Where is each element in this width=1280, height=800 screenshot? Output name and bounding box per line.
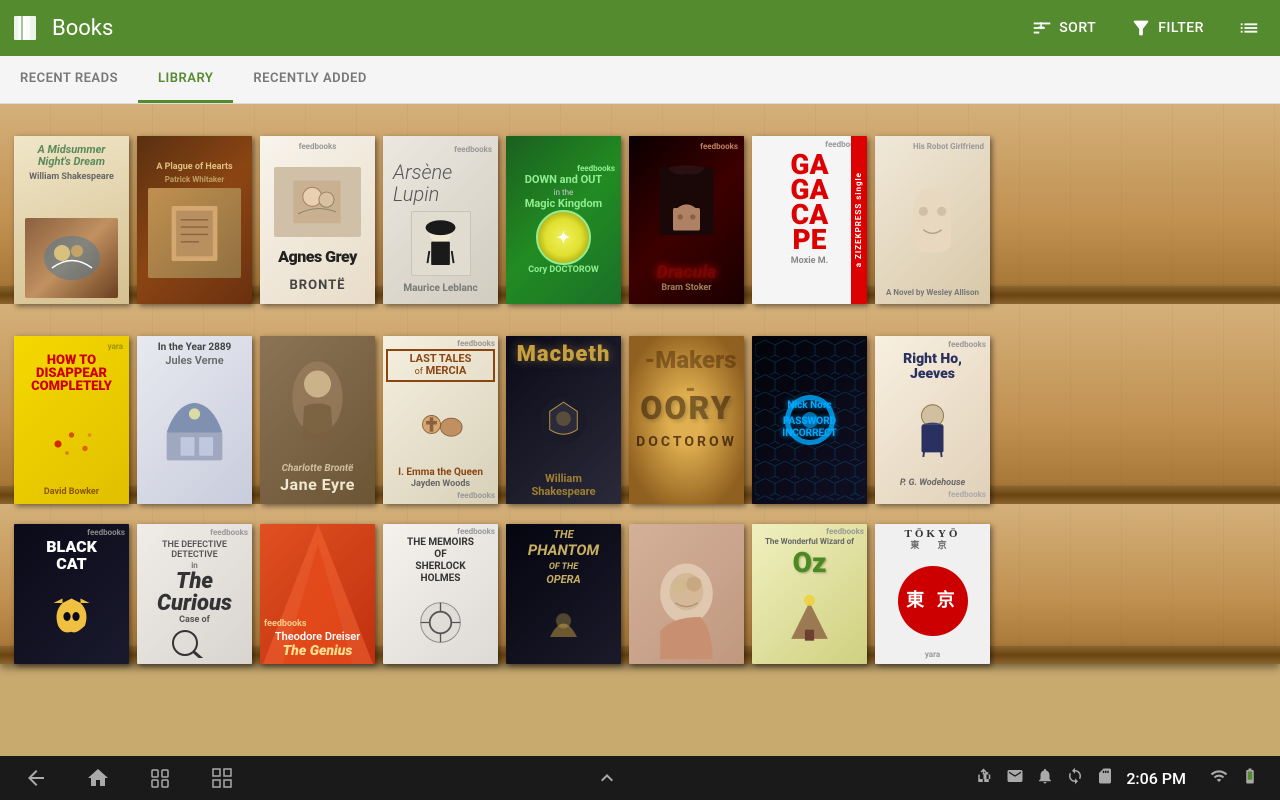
bottom-navigation: 2:06 PM (0, 756, 1280, 800)
top-bar: Books SORT FILTER (0, 0, 1280, 56)
book-jane-eyre[interactable]: Charlotte Brontë Jane Eyre (260, 336, 375, 504)
book-robot-girlfriend[interactable]: His Robot Girlfriend A Novel by Wesley A… (875, 136, 990, 304)
status-area: 2:06 PM (976, 767, 1260, 789)
list-view-button[interactable] (1230, 13, 1268, 43)
book-right-ho-jeeves[interactable]: feedbooks Right Ho,Jeeves P. G. Wodehous… (875, 336, 990, 504)
book-macbeth[interactable]: Macbeth William Shakespeare (506, 336, 621, 504)
book-sherlock-memoirs[interactable]: feedbooks THE MEMOIRSOFSHERLOCKHOLMES (383, 524, 498, 664)
book-midsummer[interactable]: A MidsummerNight's Dream William Shakesp… (14, 136, 129, 304)
book-phantom-opera[interactable]: Thephantomof theOPERA (506, 524, 621, 664)
shelf-1: A MidsummerNight's Dream William Shakesp… (0, 104, 1280, 304)
bookshelves-area: A MidsummerNight's Dream William Shakesp… (0, 104, 1280, 756)
book-dracula[interactable]: feedbooks Dracula Bram Stoker (629, 136, 744, 304)
book-makers[interactable]: OORY DOCTOROW -Makers - (629, 336, 744, 504)
time-display: 2:06 PM (1126, 769, 1186, 788)
settings-sync-icon (1066, 767, 1084, 789)
book-tokyo[interactable]: TŌKYŌ 東 京 東 京 yara (875, 524, 990, 664)
sort-button[interactable]: SORT (1023, 13, 1104, 43)
shelf-3: feedbooks BLACKCAT feedbooks The Defecti… (0, 504, 1280, 664)
book-arsene[interactable]: feedbooks ArsèneLupin Maurice Leblanc (383, 136, 498, 304)
book-password-incorrect[interactable]: Nick Norc PASSWORDINCORRECT (752, 336, 867, 504)
tab-bar: RECENT READS LIBRARY RECENTLY ADDED (0, 56, 1280, 104)
battery-icon (1240, 767, 1260, 789)
mail-icon (1006, 767, 1024, 789)
book-agnes[interactable]: feedbooks Agnes Grey BRONTË (260, 136, 375, 304)
book-disappear[interactable]: yara HOW TODISAPPEARCOMPLETELY David Bow… (14, 336, 129, 504)
grid-button[interactable] (206, 762, 238, 794)
toolbar-actions: SORT FILTER (1023, 13, 1268, 43)
filter-button[interactable]: FILTER (1122, 13, 1212, 43)
book-gaga-cape[interactable]: feedbooks GAGA CAPE a ZIZEKPRESS single … (752, 136, 867, 304)
notification-icon (1036, 767, 1054, 789)
app-logo-icon (12, 12, 44, 44)
home-button[interactable] (82, 762, 114, 794)
book-dreiser-genius[interactable]: feedbooks Theodore Dreiser The Genius (260, 524, 375, 664)
wifi-icon (1210, 767, 1228, 789)
book-defective-detective[interactable]: feedbooks The Defective Detective in The… (137, 524, 252, 664)
sort-label: SORT (1059, 20, 1096, 36)
tab-recently-added[interactable]: RECENTLY ADDED (233, 56, 386, 103)
recents-button[interactable] (144, 762, 176, 794)
book-last-tales[interactable]: feedbooks LAST TALESof MERCIA I. Emma th… (383, 336, 498, 504)
usb-icon (976, 767, 994, 789)
book-down-out[interactable]: feedbooks DOWN and OUTin theMagic Kingdo… (506, 136, 621, 304)
tab-library[interactable]: LIBRARY (138, 56, 233, 103)
book-plague[interactable]: A Plague of Hearts Patrick Whitaker (137, 136, 252, 304)
book-wizard-oz[interactable]: feedbooks The Wonderful Wizard of Oz (752, 524, 867, 664)
sd-card-icon (1096, 767, 1114, 789)
filter-label: FILTER (1158, 20, 1204, 36)
book-black-cat[interactable]: feedbooks BLACKCAT (14, 524, 129, 664)
logo-area: Books (12, 12, 1023, 44)
nav-right-status: 2:06 PM (976, 767, 1260, 789)
book-portrait[interactable] (629, 524, 744, 664)
chevron-up-button[interactable] (591, 762, 623, 794)
back-button[interactable] (20, 762, 52, 794)
nav-center-controls (591, 762, 623, 794)
nav-left-controls (20, 762, 238, 794)
book-year-2889[interactable]: In the Year 2889 Jules Verne (137, 336, 252, 504)
tab-recent-reads[interactable]: RECENT READS (0, 56, 138, 103)
shelf-2: yara HOW TODISAPPEARCOMPLETELY David Bow… (0, 304, 1280, 504)
app-title: Books (52, 16, 113, 41)
